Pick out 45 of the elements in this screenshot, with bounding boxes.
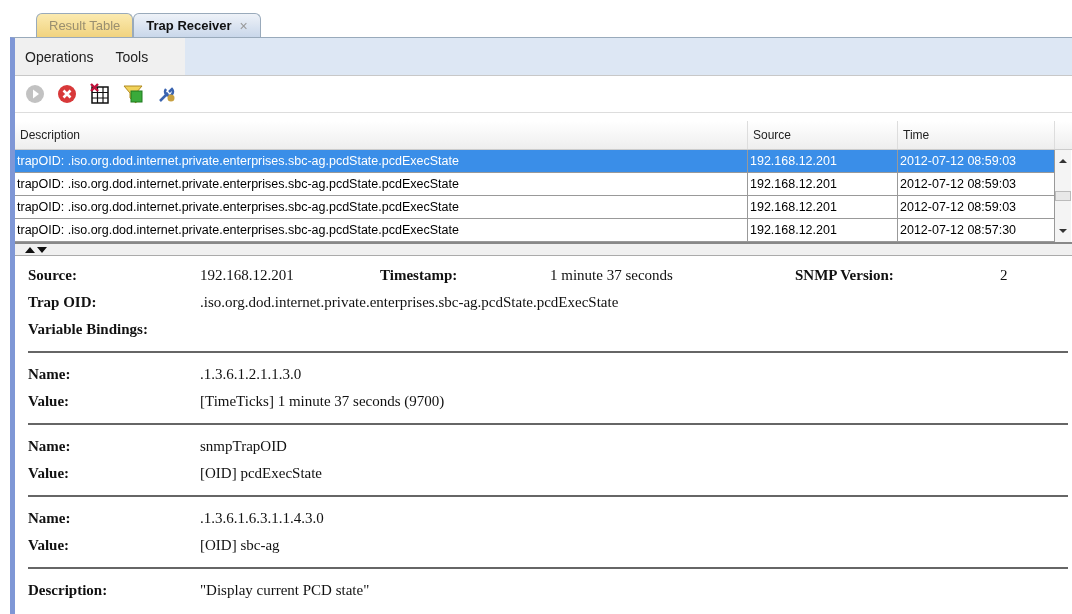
table-cell: trapOID: .iso.org.dod.internet.private.enterprises.sbc-ag.pcdState.pcdExecState [15, 219, 748, 241]
field-label: Timestamp: [380, 267, 459, 284]
field-value: .iso.org.dod.internet.private.enterprises.sbc-ag.pcdState.pcdExecState [200, 294, 619, 311]
field-value: "Display current PCD state" [200, 582, 370, 599]
field-label: Description: [28, 582, 109, 599]
field-label: Value: [28, 465, 71, 482]
field-label: Trap OID: [28, 294, 98, 311]
table-cell: 192.168.12.201 [748, 196, 898, 218]
table-cell: 192.168.12.201 [748, 219, 898, 241]
field-label: Name: [28, 366, 72, 383]
field-label: Name: [28, 510, 72, 527]
scroll-up-icon[interactable] [1059, 158, 1067, 164]
table-cell: trapOID: .iso.org.dod.internet.private.enterprises.sbc-ag.pcdState.pcdExecState [15, 196, 748, 218]
field-value: 2 [1000, 267, 1008, 284]
scrollbar[interactable] [1055, 150, 1071, 242]
field-value: .1.3.6.1.2.1.1.3.0 [200, 366, 302, 383]
menu-item[interactable]: Operations [25, 48, 94, 65]
field-value: 192.168.12.201 [200, 267, 295, 284]
table-cell: 192.168.12.201 [748, 173, 898, 195]
menu-item[interactable]: Tools [115, 48, 149, 65]
field-value: [TimeTicks] 1 minute 37 seconds (9700) [200, 393, 445, 410]
table-cell: trapOID: .iso.org.dod.internet.private.enterprises.sbc-ag.pcdState.pcdExecState [15, 150, 748, 172]
field-value: .1.3.6.1.6.3.1.1.4.3.0 [200, 510, 324, 527]
field-label: Value: [28, 537, 71, 554]
stop-button[interactable] [55, 84, 79, 104]
field-value: 1 minute 37 seconds [550, 267, 674, 284]
field-label: Name: [28, 438, 72, 455]
section-label: Variable Bindings: [28, 321, 148, 338]
column-header[interactable]: Source [748, 121, 898, 149]
column-header[interactable]: Description [15, 121, 748, 149]
collapse-arrows-icon[interactable] [25, 246, 47, 253]
field-label: Source: [28, 267, 78, 284]
table-row[interactable]: trapOID: .iso.org.dod.internet.private.enterprises.sbc-ag.pcdState.pcdExecState 192.168.12.201 2012-07-12 08:59:03 [15, 173, 1055, 196]
table-cell: 192.168.12.201 [748, 150, 898, 172]
scroll-thumb[interactable] [1055, 191, 1071, 201]
table-cell: trapOID: .iso.org.dod.internet.private.enterprises.sbc-ag.pcdState.pcdExecState [15, 173, 748, 195]
table-row[interactable]: trapOID: .iso.org.dod.internet.private.enterprises.sbc-ag.pcdState.pcdExecState 192.168.12.201 2012-07-12 08:59:03 [15, 196, 1055, 219]
tab[interactable]: Trap Receiver × [133, 13, 261, 37]
field-label: Value: [28, 393, 71, 410]
field-label: SNMP Version: [795, 267, 895, 284]
field-value: [OID] pcdExecState [200, 465, 323, 482]
scroll-down-icon[interactable] [1059, 228, 1067, 234]
field-value: snmpTrapOID [200, 438, 287, 455]
field-value: [OID] sbc-ag [200, 537, 280, 554]
column-header[interactable]: Time [898, 121, 1055, 149]
